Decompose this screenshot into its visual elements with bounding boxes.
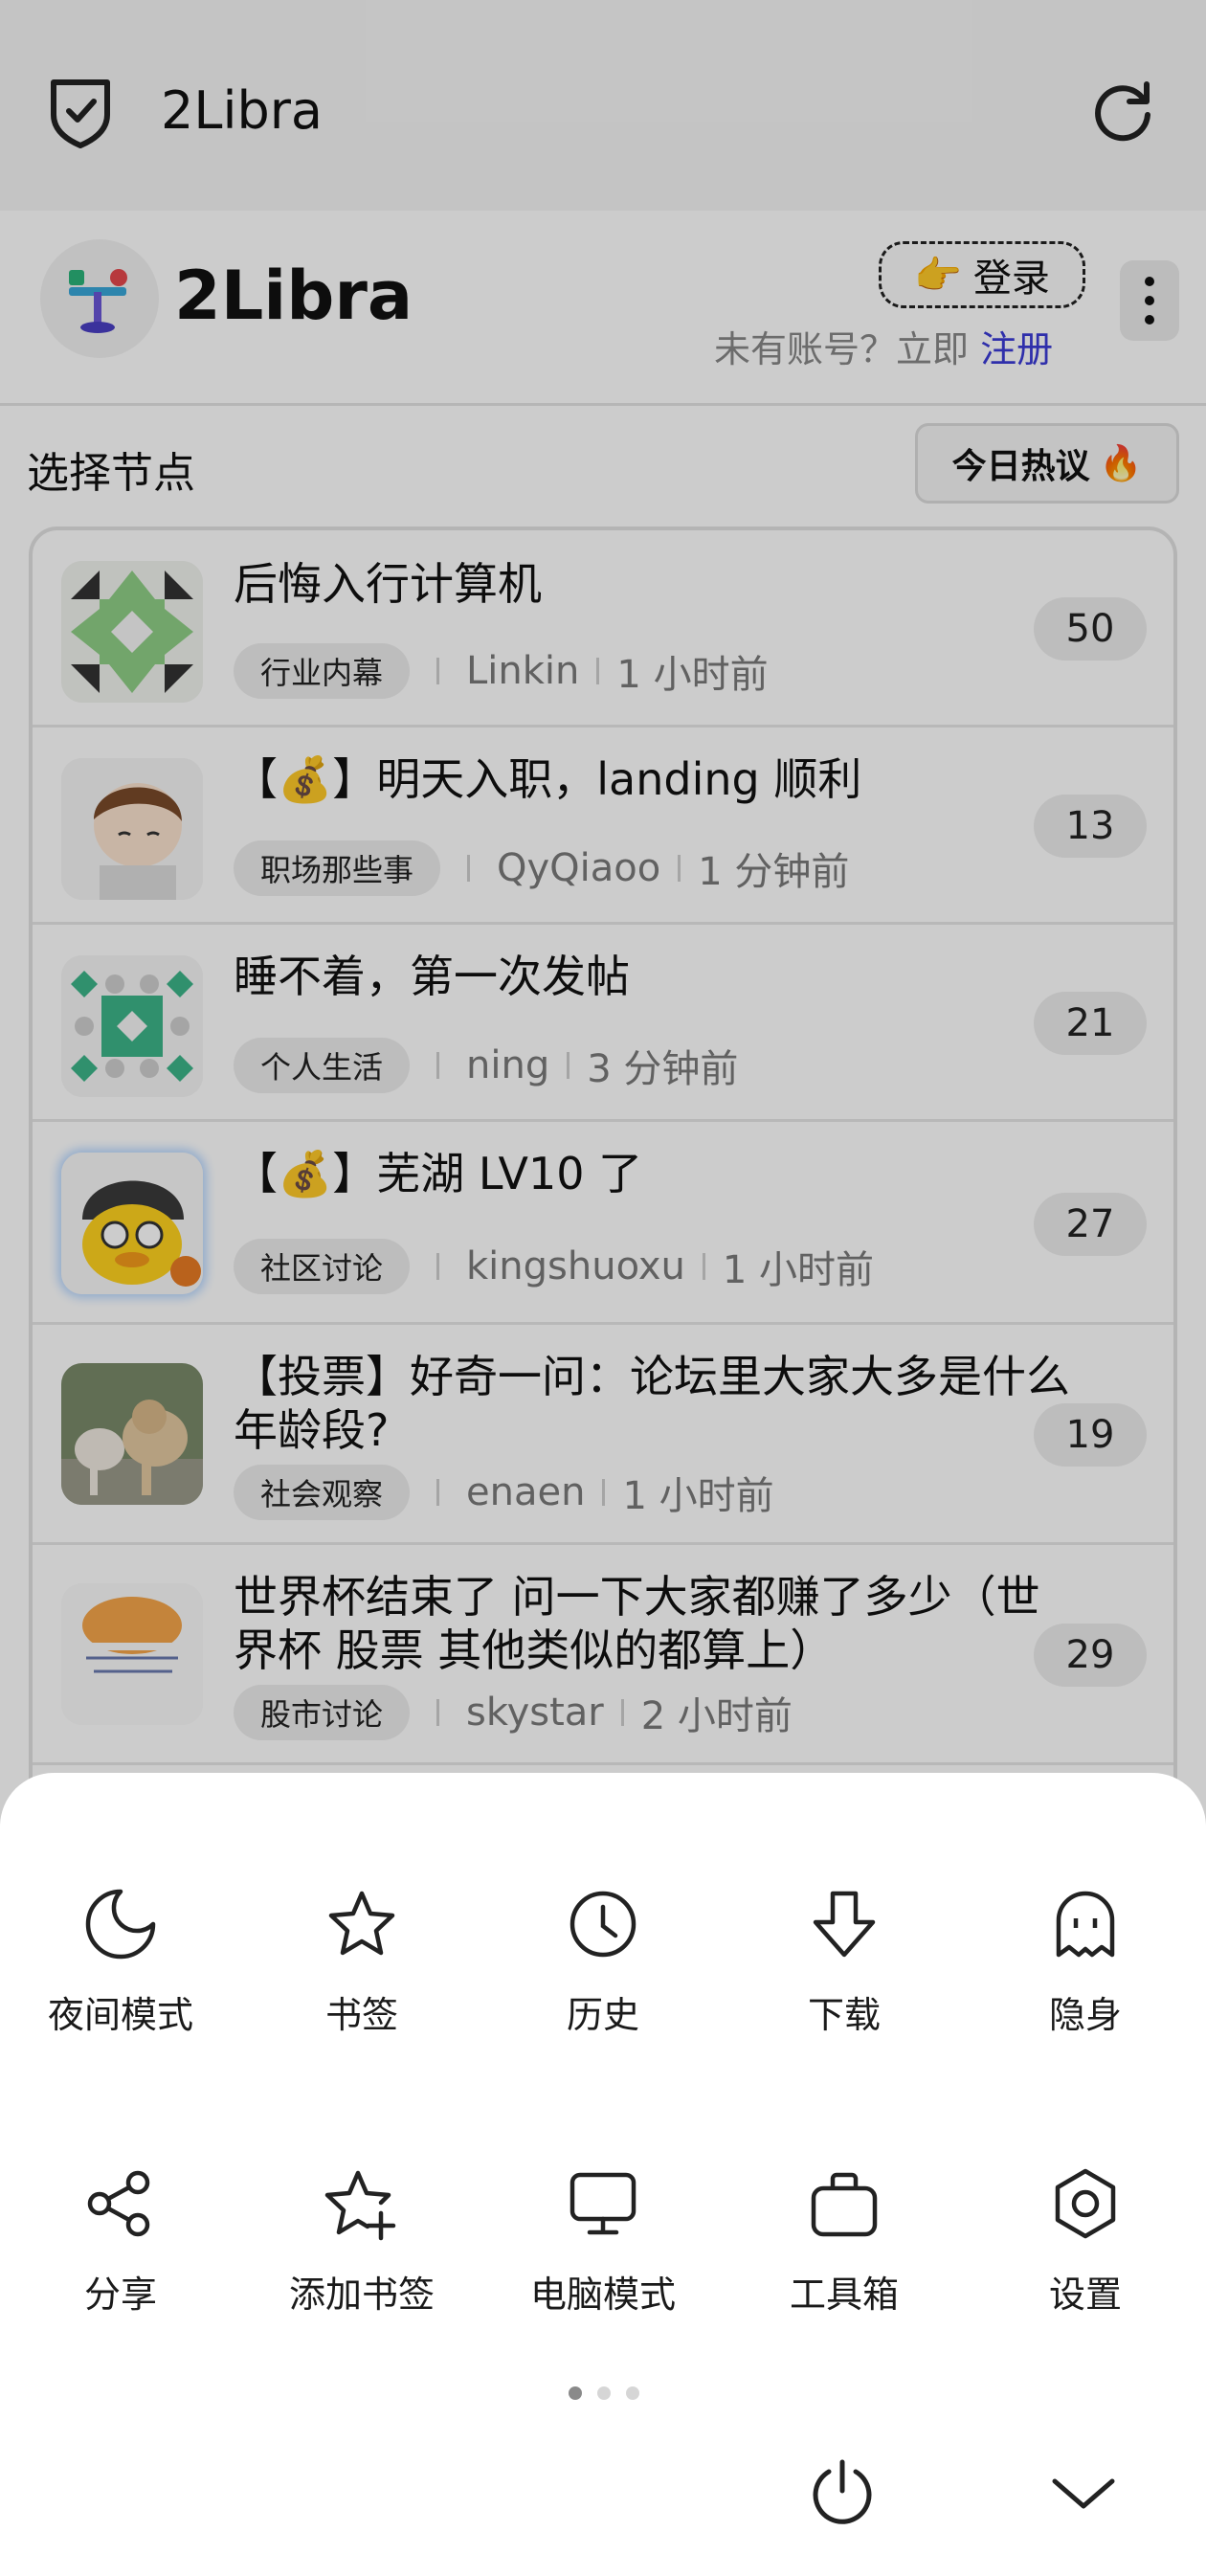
ghost-icon: [1056, 1891, 1115, 1958]
menu-label: 工具箱: [789, 2274, 899, 2316]
power-icon[interactable]: [804, 2454, 881, 2531]
menu-label: 夜间模式: [47, 1994, 193, 2036]
moon-icon: [85, 1889, 156, 1960]
settings-icon: [1055, 2168, 1116, 2239]
clock-icon: [570, 1891, 636, 1958]
menu-item-history[interactable]: 历史: [482, 1848, 724, 2039]
page-dot: [626, 2386, 639, 2400]
menu-item-desktop-mode[interactable]: 电脑模式: [482, 2127, 724, 2318]
star-plus-icon: [324, 2170, 396, 2241]
toolbox-icon: [811, 2172, 878, 2237]
page-dot: [597, 2386, 611, 2400]
menu-item-bookmarks[interactable]: 书签: [241, 1848, 482, 2039]
menu-label: 隐身: [1048, 1994, 1122, 2036]
menu-label: 书签: [324, 1994, 398, 2036]
menu-label: 设置: [1048, 2274, 1122, 2316]
menu-item-downloads[interactable]: 下载: [724, 1848, 965, 2039]
page-dot: [569, 2386, 582, 2400]
menu-item-add-bookmark[interactable]: 添加书签: [241, 2127, 482, 2318]
menu-label: 历史: [566, 1994, 639, 2036]
menu-item-incognito[interactable]: 隐身: [965, 1848, 1206, 2039]
chevron-down-icon[interactable]: [1045, 2458, 1122, 2527]
menu-item-toolbox[interactable]: 工具箱: [724, 2127, 965, 2318]
browser-menu-sheet: 夜间模式 书签 历史 下载 隐身 分享 添加书签 电脑模式 工具箱 设置: [0, 1773, 1206, 2576]
menu-label: 分享: [83, 2274, 157, 2316]
menu-label: 电脑模式: [529, 2274, 676, 2316]
menu-item-night-mode[interactable]: 夜间模式: [0, 1848, 241, 2039]
menu-label: 添加书签: [288, 2274, 435, 2316]
download-icon: [813, 1891, 876, 1958]
monitor-icon: [570, 2172, 636, 2235]
menu-item-settings[interactable]: 设置: [965, 2127, 1206, 2318]
page-indicator: [569, 2386, 639, 2400]
star-icon: [328, 1891, 395, 1956]
share-icon: [87, 2170, 150, 2237]
menu-label: 下载: [807, 1994, 881, 2036]
menu-item-share[interactable]: 分享: [0, 2127, 241, 2318]
